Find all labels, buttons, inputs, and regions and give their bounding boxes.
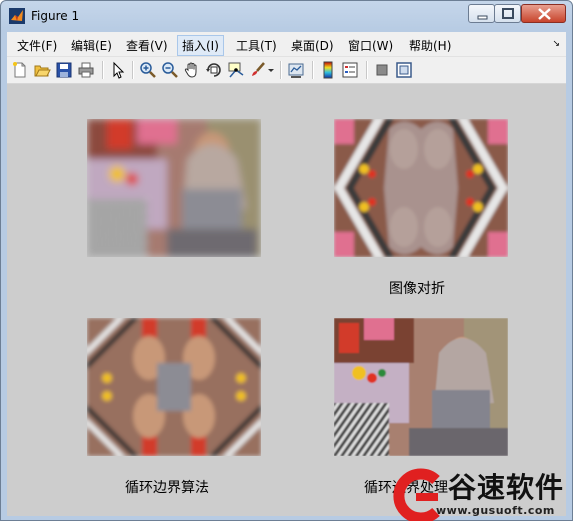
zoom-out-icon[interactable] <box>161 61 179 79</box>
menu-view[interactable]: 查看(V) <box>122 36 172 55</box>
toolbar-separator <box>280 61 282 79</box>
close-button[interactable] <box>521 4 566 23</box>
subplot-circular-boundary-image <box>87 318 261 456</box>
watermark-brand: 谷速软件 <box>448 471 565 504</box>
menu-help[interactable]: 帮助(H) <box>405 36 455 55</box>
subplot-caption-fold: 图像对折 <box>389 281 445 297</box>
edit-plot-arrow-icon[interactable] <box>109 61 127 79</box>
subplot-blurred-image <box>87 119 261 257</box>
toolbar-separator <box>102 61 104 79</box>
data-cursor-icon[interactable] <box>227 61 245 79</box>
maximize-button[interactable] <box>494 4 521 23</box>
menu-tools[interactable]: 工具(T) <box>232 36 281 55</box>
brush-dropdown-icon[interactable] <box>267 61 275 79</box>
rotate-3d-icon[interactable] <box>205 61 223 79</box>
link-plot-icon[interactable] <box>287 61 305 79</box>
menu-desktop[interactable]: 桌面(D) <box>287 36 338 55</box>
insert-colorbar-icon[interactable] <box>319 61 337 79</box>
close-icon <box>538 8 551 20</box>
watermark-url: www.gusuoft.com <box>436 504 555 517</box>
menu-window[interactable]: 窗口(W) <box>344 36 397 55</box>
toolbar-separator <box>366 61 368 79</box>
menu-insert[interactable]: 插入(I) <box>177 35 224 56</box>
subplot-caption-circular-boundary: 循环边界算法 <box>125 480 209 496</box>
maximize-icon <box>502 8 514 19</box>
figure-toolbar <box>7 57 566 84</box>
insert-legend-icon[interactable] <box>341 61 359 79</box>
window-client: 文件(F) 编辑(E) 查看(V) 插入(I) 工具(T) 桌面(D) 窗口(W… <box>7 32 566 516</box>
subplot-processed-image <box>334 318 508 456</box>
menu-overflow-icon[interactable]: ↘ <box>552 39 560 49</box>
new-figure-icon[interactable] <box>11 61 29 79</box>
menu-file[interactable]: 文件(F) <box>13 36 61 55</box>
menu-edit[interactable]: 编辑(E) <box>67 36 116 55</box>
toolbar-separator <box>132 61 134 79</box>
matlab-app-icon <box>9 8 25 24</box>
open-file-icon[interactable] <box>33 61 51 79</box>
figure-window: Figure 1 文件(F) 编辑(E) 查看(V) 插入(I) 工具(T) 桌… <box>0 0 573 521</box>
title-bar[interactable]: Figure 1 <box>1 1 572 31</box>
toolbar-separator <box>312 61 314 79</box>
minimize-button[interactable] <box>468 4 495 23</box>
brush-icon[interactable] <box>249 61 267 79</box>
minimize-icon <box>477 15 488 20</box>
figure-canvas: 图像对折 循环边界算法 循环边界处理 <box>7 84 566 516</box>
subplot-folded-image <box>334 119 508 257</box>
window-title: Figure 1 <box>31 9 80 23</box>
save-icon[interactable] <box>55 61 73 79</box>
menu-bar: 文件(F) 编辑(E) 查看(V) 插入(I) 工具(T) 桌面(D) 窗口(W… <box>7 32 566 57</box>
print-icon[interactable] <box>77 61 95 79</box>
hide-plot-tools-icon[interactable] <box>373 61 391 79</box>
zoom-in-icon[interactable] <box>139 61 157 79</box>
pan-hand-icon[interactable] <box>183 61 201 79</box>
show-plot-tools-icon[interactable] <box>395 61 413 79</box>
